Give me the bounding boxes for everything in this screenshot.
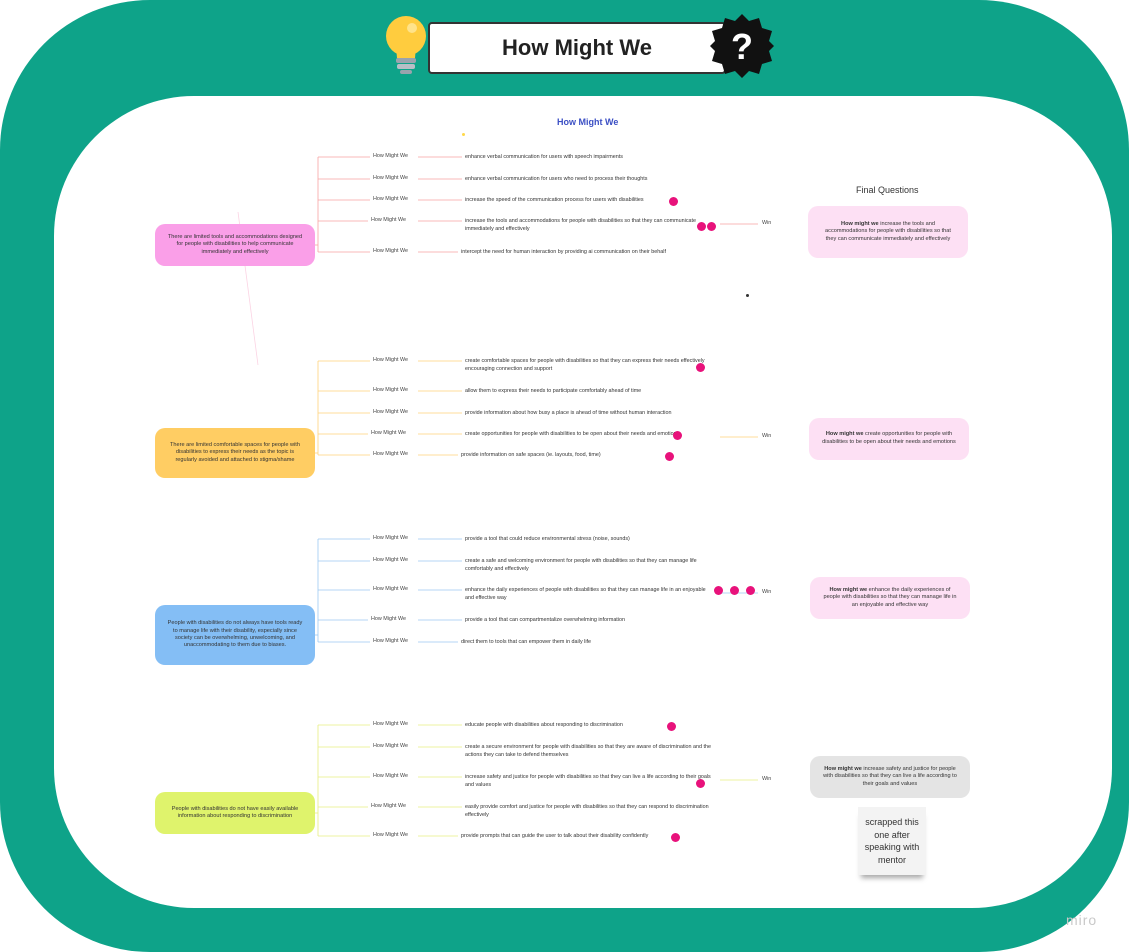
hmw-idea[interactable]: increase safety and justice for people w… xyxy=(465,773,715,790)
hmw-idea[interactable]: provide a tool that could reduce environ… xyxy=(465,535,715,543)
hmw-idea[interactable]: enhance the daily experiences of people … xyxy=(465,586,715,603)
win-label: Win xyxy=(762,589,772,595)
hmw-idea[interactable]: enhance verbal communication for users w… xyxy=(465,175,715,183)
final-question-card[interactable]: How might we increase safety and justice… xyxy=(810,756,970,798)
hmw-label: How Might We xyxy=(371,803,406,809)
hmw-label: How Might We xyxy=(373,721,408,727)
final-question-text: How might we increase safety and justice… xyxy=(822,766,958,789)
hmw-label: How Might We xyxy=(373,832,408,838)
final-question-lead: How might we xyxy=(824,765,862,772)
hmw-idea[interactable]: enhance verbal communication for users w… xyxy=(465,153,715,161)
vote-dot xyxy=(730,586,739,595)
hmw-idea[interactable]: create a secure environment for people w… xyxy=(465,743,715,760)
problem-node[interactable]: People with disabilities do not always h… xyxy=(155,605,315,665)
vote-dot xyxy=(707,222,716,231)
hmw-label: How Might We xyxy=(373,638,408,644)
hmw-idea[interactable]: easily provide comfort and justice for p… xyxy=(465,803,715,820)
final-question-card[interactable]: How might we create opportunities for pe… xyxy=(809,418,969,460)
win-label: Win xyxy=(762,220,772,226)
final-question-card[interactable]: How might we increase the tools and acco… xyxy=(808,206,968,258)
hmw-label: How Might We xyxy=(373,409,408,415)
vote-dot xyxy=(670,833,680,842)
hmw-label: How Might We xyxy=(373,535,408,541)
problem-node[interactable]: There are limited tools and accommodatio… xyxy=(155,224,315,266)
hmw-label: How Might We xyxy=(373,387,408,393)
hmw-label: How Might We xyxy=(373,248,408,254)
final-question-card[interactable]: How might we enhance the daily experienc… xyxy=(810,577,970,619)
final-question-lead: How might we xyxy=(825,431,864,438)
hmw-label: How Might We xyxy=(371,217,406,223)
hmw-label: How Might We xyxy=(373,557,408,563)
hmw-label: How Might We xyxy=(373,153,408,159)
final-question-text: How might we enhance the daily experienc… xyxy=(822,587,958,610)
win-label: Win xyxy=(762,433,772,439)
hmw-idea[interactable]: intercept the need for human interaction… xyxy=(461,248,716,256)
hmw-label: How Might We xyxy=(373,451,408,457)
hmw-label: How Might We xyxy=(373,175,408,181)
hmw-label: How Might We xyxy=(373,773,408,779)
hmw-idea[interactable]: allow them to express their needs to par… xyxy=(465,387,715,395)
final-question-text: How might we increase the tools and acco… xyxy=(820,221,956,244)
problem-node[interactable]: There are limited comfortable spaces for… xyxy=(155,428,315,478)
hmw-label: How Might We xyxy=(373,196,408,202)
hmw-idea[interactable]: provide information on safe spaces (ie. … xyxy=(461,451,716,459)
final-question-lead: How might we xyxy=(841,220,879,227)
hmw-idea[interactable]: direct them to tools that can empower th… xyxy=(461,638,716,646)
hmw-label: How Might We xyxy=(373,357,408,363)
hmw-idea[interactable]: educate people with disabilities about r… xyxy=(465,721,715,729)
miro-watermark: miro xyxy=(1066,912,1098,928)
hmw-idea[interactable]: increase the tools and accommodations fo… xyxy=(465,217,715,234)
sticky-note[interactable]: scrapped this one after speaking with me… xyxy=(858,807,926,875)
vote-dot xyxy=(696,779,705,788)
hmw-idea[interactable]: create a safe and welcoming environment … xyxy=(465,557,715,574)
vote-dot xyxy=(665,452,674,461)
problem-node[interactable]: People with disabilities do not have eas… xyxy=(155,792,315,834)
hmw-label: How Might We xyxy=(373,743,408,749)
vote-dot xyxy=(714,586,723,595)
hmw-idea[interactable]: provide information about how busy a pla… xyxy=(465,409,715,417)
vote-dot xyxy=(666,722,676,731)
win-label: Win xyxy=(762,776,772,782)
vote-dot xyxy=(746,586,755,595)
final-question-lead: How might we xyxy=(829,586,868,593)
final-question-text: How might we create opportunities for pe… xyxy=(821,431,957,446)
hmw-idea[interactable]: provide a tool that can compartmentalize… xyxy=(465,616,715,624)
vote-dot xyxy=(696,363,705,372)
vote-dot xyxy=(697,222,706,231)
hmw-label: How Might We xyxy=(371,616,406,622)
hmw-label: How Might We xyxy=(371,430,406,436)
hmw-label: How Might We xyxy=(373,586,408,592)
hmw-idea[interactable]: create comfortable spaces for people wit… xyxy=(465,357,715,374)
vote-dot xyxy=(672,431,682,440)
vote-dot xyxy=(668,197,678,206)
